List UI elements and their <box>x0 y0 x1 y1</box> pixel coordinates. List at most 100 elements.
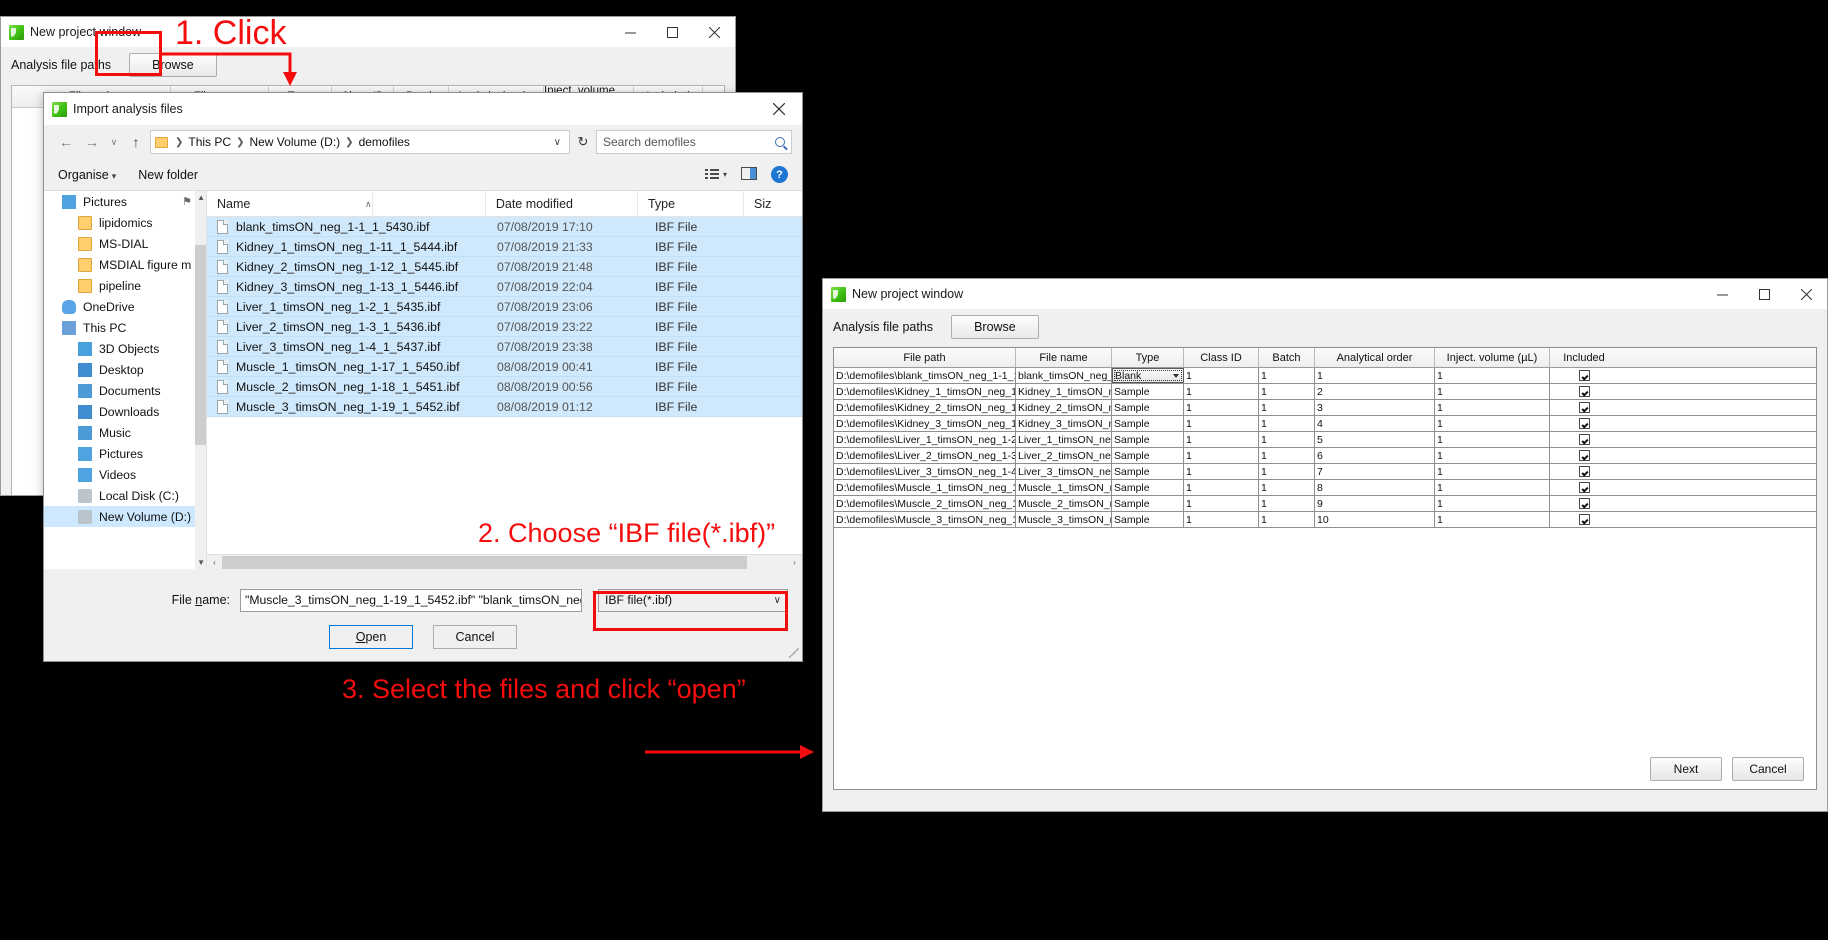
cell-analytical-order[interactable]: 10 <box>1315 512 1435 527</box>
chevron-down-icon[interactable] <box>1173 373 1179 378</box>
table-row[interactable]: D:\demofiles\Muscle_1_timsON_neg_1-17_1M… <box>834 480 1816 496</box>
open-button[interactable]: Open <box>329 625 413 649</box>
breadcrumb[interactable]: ❯ This PC ❯ New Volume (D:) ❯ demofiles … <box>150 130 570 154</box>
cell-analytical-order[interactable]: 3 <box>1315 400 1435 415</box>
breadcrumb-demofiles[interactable]: demofiles <box>359 135 410 149</box>
cell-file-name[interactable]: Muscle_2_timsON_ne <box>1016 496 1112 511</box>
included-checkbox[interactable] <box>1578 482 1590 493</box>
list-view-icon[interactable]: ▾ <box>704 168 727 181</box>
cell-type[interactable]: Sample <box>1112 400 1184 415</box>
nav-pane-item[interactable]: Pictures <box>44 443 206 464</box>
dialog-close-button[interactable] <box>756 93 802 125</box>
cell-batch[interactable]: 1 <box>1259 368 1315 383</box>
close-button[interactable] <box>693 17 735 47</box>
scroll-down-icon[interactable]: ▼ <box>197 558 205 567</box>
cell-class-id[interactable]: 1 <box>1184 448 1259 463</box>
nav-pane-item[interactable]: lipidomics <box>44 212 206 233</box>
cell-analytical-order[interactable]: 1 <box>1315 368 1435 383</box>
nav-pane-item[interactable]: New Volume (D:) <box>44 506 206 527</box>
nav-pane-item[interactable]: Pictures ⚑ <box>44 191 206 212</box>
cell-type[interactable]: Sample <box>1112 464 1184 479</box>
file-name-cell[interactable]: Kidney_3_timsON_neg_1-13_1_5446.ibf <box>207 279 497 294</box>
cell-inject-volume[interactable]: 1 <box>1435 416 1550 431</box>
cell-included[interactable] <box>1550 400 1618 415</box>
file-list-item[interactable]: Liver_3_timsON_neg_1-4_1_5437.ibf 07/08/2… <box>207 337 802 357</box>
col-name[interactable]: Name <box>207 191 486 216</box>
cell-analytical-order[interactable]: 7 <box>1315 464 1435 479</box>
cell-included[interactable] <box>1550 416 1618 431</box>
nav-pane-scrollbar[interactable]: ▲ ▼ <box>195 191 206 569</box>
right-col-file-name[interactable]: File name <box>1016 348 1112 367</box>
file-list-horizontal-scrollbar[interactable]: ‹ › <box>207 554 802 569</box>
file-list-item[interactable]: blank_timsON_neg_1-1_1_5430.ibf 07/08/201… <box>207 217 802 237</box>
breadcrumb-new-volume[interactable]: New Volume (D:) <box>249 135 340 149</box>
help-icon[interactable]: ? <box>771 166 788 183</box>
cell-file-path[interactable]: D:\demofiles\Liver_3_timsON_neg_1-4_1_54 <box>834 464 1016 479</box>
cell-inject-volume[interactable]: 1 <box>1435 400 1550 415</box>
recent-locations-icon[interactable]: ∨ <box>106 130 122 154</box>
next-button[interactable]: Next <box>1650 757 1722 781</box>
cell-file-name[interactable]: Muscle_3_timsON_ne <box>1016 512 1112 527</box>
included-checkbox[interactable] <box>1578 466 1590 477</box>
nav-pane-item[interactable]: MSDIAL figure m <box>44 254 206 275</box>
cell-file-name[interactable]: Kidney_3_timsON_ne <box>1016 416 1112 431</box>
cell-batch[interactable]: 1 <box>1259 464 1315 479</box>
nav-pane-item[interactable]: Documents <box>44 380 206 401</box>
cell-analytical-order[interactable]: 2 <box>1315 384 1435 399</box>
file-list-item[interactable]: Kidney_2_timsON_neg_1-12_1_5445.ibf 07/08… <box>207 257 802 277</box>
scroll-left-icon[interactable]: ‹ <box>207 558 222 567</box>
maximize-button[interactable] <box>651 17 693 47</box>
nav-pane-item[interactable]: Downloads <box>44 401 206 422</box>
cell-file-name[interactable]: Liver_1_timsON_neg_ <box>1016 432 1112 447</box>
included-checkbox[interactable] <box>1578 434 1590 445</box>
table-row[interactable]: D:\demofiles\Liver_3_timsON_neg_1-4_1_54… <box>834 464 1816 480</box>
cell-batch[interactable]: 1 <box>1259 512 1315 527</box>
cell-file-path[interactable]: D:\demofiles\Muscle_1_timsON_neg_1-17_1 <box>834 480 1016 495</box>
cell-batch[interactable]: 1 <box>1259 416 1315 431</box>
right-col-included[interactable]: Included <box>1550 348 1618 367</box>
cell-included[interactable] <box>1550 384 1618 399</box>
cell-inject-volume[interactable]: 1 <box>1435 496 1550 511</box>
cell-file-path[interactable]: D:\demofiles\Kidney_3_timsON_neg_1-13_1 <box>834 416 1016 431</box>
cell-file-name[interactable]: Liver_2_timsON_neg_ <box>1016 448 1112 463</box>
cell-analytical-order[interactable]: 5 <box>1315 432 1435 447</box>
cell-type[interactable]: Sample <box>1112 496 1184 511</box>
file-list-item[interactable]: Kidney_3_timsON_neg_1-13_1_5446.ibf 07/08… <box>207 277 802 297</box>
cell-batch[interactable]: 1 <box>1259 480 1315 495</box>
cell-analytical-order[interactable]: 8 <box>1315 480 1435 495</box>
cell-included[interactable] <box>1550 448 1618 463</box>
cancel-button[interactable]: Cancel <box>433 625 517 649</box>
cell-type[interactable]: Blank <box>1112 368 1184 383</box>
preview-pane-icon[interactable] <box>741 166 757 183</box>
cell-file-name[interactable]: Kidney_1_timsON_ne <box>1016 384 1112 399</box>
included-checkbox[interactable] <box>1578 498 1590 509</box>
cell-class-id[interactable]: 1 <box>1184 400 1259 415</box>
cell-analytical-order[interactable]: 4 <box>1315 416 1435 431</box>
file-name-cell[interactable]: Muscle_3_timsON_neg_1-19_1_5452.ibf <box>207 399 497 414</box>
breadcrumb-this-pc[interactable]: This PC <box>188 135 231 149</box>
right-col-file-path[interactable]: File path <box>834 348 1016 367</box>
file-name-cell[interactable]: Liver_1_timsON_neg_1-2_1_5435.ibf <box>207 299 497 314</box>
cell-type[interactable]: Sample <box>1112 512 1184 527</box>
file-name-cell[interactable]: Liver_2_timsON_neg_1-3_1_5436.ibf <box>207 319 497 334</box>
file-list-item[interactable]: Liver_2_timsON_neg_1-3_1_5436.ibf 07/08/2… <box>207 317 802 337</box>
table-row[interactable]: D:\demofiles\Liver_1_timsON_neg_1-2_1_54… <box>834 432 1816 448</box>
pin-icon[interactable]: ⚑ <box>182 195 192 208</box>
cancel-button[interactable]: Cancel <box>1732 757 1804 781</box>
close-button[interactable] <box>1785 279 1827 309</box>
cell-file-name[interactable]: Kidney_2_timsON_ne <box>1016 400 1112 415</box>
col-size[interactable]: Siz <box>744 191 802 216</box>
forward-icon[interactable]: → <box>80 130 104 154</box>
cell-batch[interactable]: 1 <box>1259 432 1315 447</box>
file-name-cell[interactable]: Muscle_2_timsON_neg_1-18_1_5451.ibf <box>207 379 497 394</box>
nav-pane-item[interactable]: Music <box>44 422 206 443</box>
cell-inject-volume[interactable]: 1 <box>1435 464 1550 479</box>
cell-class-id[interactable]: 1 <box>1184 464 1259 479</box>
cell-file-path[interactable]: D:\demofiles\Kidney_2_timsON_neg_1-12_1 <box>834 400 1016 415</box>
cell-batch[interactable]: 1 <box>1259 496 1315 511</box>
cell-inject-volume[interactable]: 1 <box>1435 384 1550 399</box>
resize-grip[interactable] <box>789 648 799 658</box>
nav-pane-item[interactable]: 3D Objects <box>44 338 206 359</box>
cell-file-name[interactable]: blank_timsON_neg_1 <box>1016 368 1112 383</box>
cell-file-path[interactable]: D:\demofiles\blank_timsON_neg_1-1_1_5430 <box>834 368 1016 383</box>
